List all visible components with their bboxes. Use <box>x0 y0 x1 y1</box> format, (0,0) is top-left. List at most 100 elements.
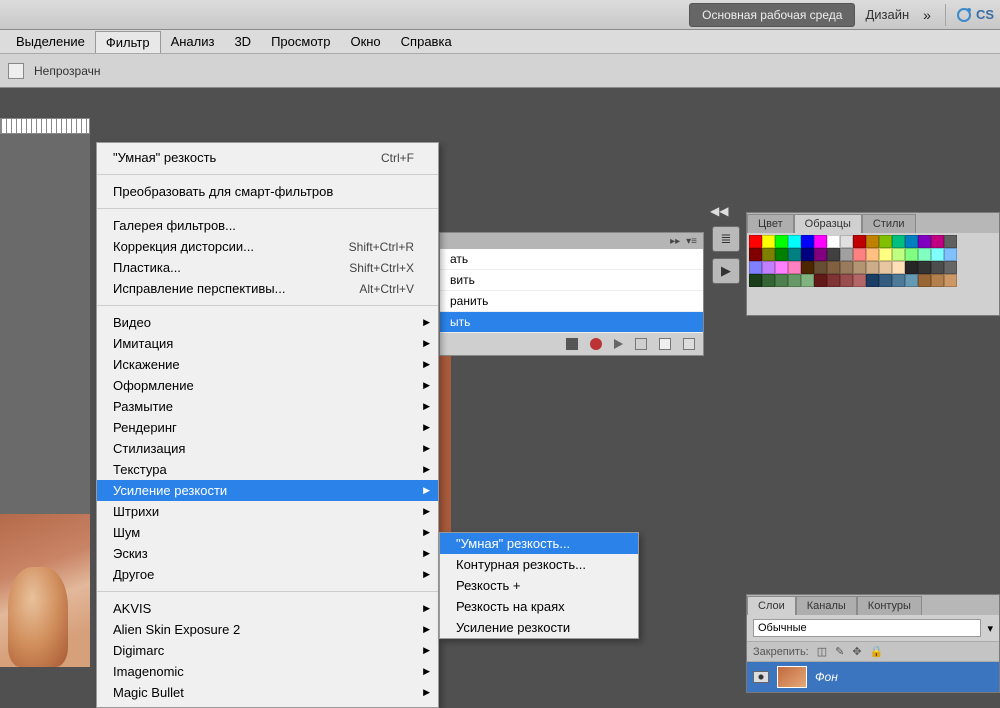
swatch-cell[interactable] <box>814 274 827 287</box>
swatch-cell[interactable] <box>775 248 788 261</box>
swatch-cell[interactable] <box>944 248 957 261</box>
tool-preset-dropdown[interactable] <box>8 63 24 79</box>
swatch-cell[interactable] <box>931 261 944 274</box>
swatch-cell[interactable] <box>918 248 931 261</box>
swatch-cell[interactable] <box>749 261 762 274</box>
swatch-cell[interactable] <box>814 261 827 274</box>
swatch-cell[interactable] <box>827 261 840 274</box>
sharpen-submenu-item[interactable]: "Умная" резкость... <box>440 533 638 554</box>
action-row[interactable]: ать <box>440 249 703 270</box>
play-icon[interactable] <box>614 339 623 349</box>
lock-brush-icon[interactable]: ✎ <box>835 645 844 658</box>
record-icon[interactable] <box>590 338 602 350</box>
sharpen-submenu-item[interactable]: Контурная резкость... <box>440 554 638 575</box>
swatch-cell[interactable] <box>918 235 931 248</box>
swatch-cell[interactable] <box>801 248 814 261</box>
new-action-icon[interactable] <box>659 338 671 350</box>
swatch-cell[interactable] <box>827 274 840 287</box>
layer-thumbnail[interactable] <box>777 666 807 688</box>
swatch-cell[interactable] <box>827 235 840 248</box>
history-panel-icon[interactable]: ≣ <box>712 226 740 252</box>
swatch-cell[interactable] <box>918 274 931 287</box>
filter-plugin-item[interactable]: AKVIS <box>97 598 438 619</box>
swatch-cell[interactable] <box>801 235 814 248</box>
swatch-cell[interactable] <box>788 235 801 248</box>
panel-collapse-chevron-icon[interactable]: ◀◀ <box>710 204 728 218</box>
swatch-cell[interactable] <box>905 248 918 261</box>
filter-category-item[interactable]: Имитация <box>97 333 438 354</box>
action-row[interactable]: ранить <box>440 291 703 312</box>
filter-plugin-item[interactable]: Imagenomic <box>97 661 438 682</box>
menu-view[interactable]: Просмотр <box>261 31 340 52</box>
lock-move-icon[interactable]: ✥ <box>852 645 861 658</box>
swatch-cell[interactable] <box>879 274 892 287</box>
filter-category-item[interactable]: Текстура <box>97 459 438 480</box>
swatch-cell[interactable] <box>918 261 931 274</box>
lock-pixels-icon[interactable]: ◫ <box>817 645 827 658</box>
sharpen-submenu-item[interactable]: Усиление резкости <box>440 617 638 638</box>
workspace-more-icon[interactable]: » <box>919 7 935 23</box>
swatch-cell[interactable] <box>788 261 801 274</box>
swatch-cell[interactable] <box>840 274 853 287</box>
filter-plugin-item[interactable]: Alien Skin Exposure 2 <box>97 619 438 640</box>
tab-color[interactable]: Цвет <box>747 214 794 233</box>
sharpen-submenu-item[interactable]: Резкость на краях <box>440 596 638 617</box>
swatch-cell[interactable] <box>749 274 762 287</box>
cs-live-badge[interactable]: CS <box>956 7 994 23</box>
sharpen-submenu-item[interactable]: Резкость + <box>440 575 638 596</box>
swatch-cell[interactable] <box>775 261 788 274</box>
filter-category-item[interactable]: Эскиз <box>97 543 438 564</box>
swatch-cell[interactable] <box>749 235 762 248</box>
swatch-cell[interactable] <box>762 261 775 274</box>
swatch-cell[interactable] <box>775 235 788 248</box>
swatch-cell[interactable] <box>853 248 866 261</box>
swatch-cell[interactable] <box>762 248 775 261</box>
swatch-cell[interactable] <box>775 274 788 287</box>
swatch-cell[interactable] <box>866 235 879 248</box>
filter-menu-item[interactable]: Исправление перспективы...Alt+Ctrl+V <box>97 278 438 299</box>
swatch-cell[interactable] <box>905 261 918 274</box>
swatch-cell[interactable] <box>840 248 853 261</box>
swatch-cell[interactable] <box>840 235 853 248</box>
menu-window[interactable]: Окно <box>340 31 390 52</box>
filter-menu-item[interactable]: Пластика...Shift+Ctrl+X <box>97 257 438 278</box>
swatch-cell[interactable] <box>931 274 944 287</box>
tab-paths[interactable]: Контуры <box>857 596 922 615</box>
new-set-icon[interactable] <box>635 338 647 350</box>
swatch-cell[interactable] <box>840 261 853 274</box>
swatch-cell[interactable] <box>853 261 866 274</box>
swatch-cell[interactable] <box>853 235 866 248</box>
filter-category-item[interactable]: Стилизация <box>97 438 438 459</box>
swatch-cell[interactable] <box>892 274 905 287</box>
filter-category-item[interactable]: Шум <box>97 522 438 543</box>
swatch-cell[interactable] <box>879 261 892 274</box>
tab-channels[interactable]: Каналы <box>796 596 857 615</box>
workspace-design-link[interactable]: Дизайн <box>865 7 909 22</box>
stop-icon[interactable] <box>566 338 578 350</box>
swatch-cell[interactable] <box>749 248 762 261</box>
filter-last-used[interactable]: "Умная" резкость Ctrl+F <box>97 147 438 168</box>
swatch-cell[interactable] <box>853 274 866 287</box>
menu-3d[interactable]: 3D <box>224 31 261 52</box>
swatch-cell[interactable] <box>879 248 892 261</box>
swatch-cell[interactable] <box>801 261 814 274</box>
filter-category-item[interactable]: Размытие <box>97 396 438 417</box>
filter-category-item[interactable]: Другое <box>97 564 438 585</box>
swatch-cell[interactable] <box>892 248 905 261</box>
filter-category-item[interactable]: Усиление резкости <box>97 480 438 501</box>
tab-layers[interactable]: Слои <box>747 596 796 615</box>
swatch-cell[interactable] <box>905 235 918 248</box>
filter-category-item[interactable]: Рендеринг <box>97 417 438 438</box>
actions-panel-icon[interactable]: ▶ <box>712 258 740 284</box>
filter-category-item[interactable]: Оформление <box>97 375 438 396</box>
filter-plugin-item[interactable]: Magic Bullet <box>97 682 438 703</box>
swatch-cell[interactable] <box>788 274 801 287</box>
menu-analysis[interactable]: Анализ <box>161 31 225 52</box>
tab-styles[interactable]: Стили <box>862 214 916 233</box>
menu-selection[interactable]: Выделение <box>6 31 95 52</box>
swatch-cell[interactable] <box>866 261 879 274</box>
filter-plugin-item[interactable]: Digimarc <box>97 640 438 661</box>
blend-mode-dropdown[interactable]: Обычные <box>753 619 981 637</box>
swatch-cell[interactable] <box>931 248 944 261</box>
swatch-cell[interactable] <box>801 274 814 287</box>
